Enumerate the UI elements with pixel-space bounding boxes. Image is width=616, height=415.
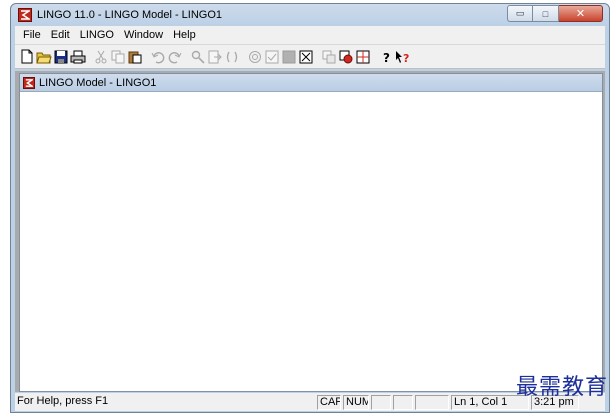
lingo-model-icon[interactable] [23,76,35,89]
menu-edit[interactable]: Edit [46,29,75,41]
minimize-icon: ▭ [515,8,525,18]
help-icon[interactable]: ? [378,49,394,65]
match-parenthesis-icon[interactable] [224,49,240,65]
status-blank [415,394,449,410]
model-window: LINGO Model - LINGO1 [19,73,603,392]
open-icon[interactable] [36,49,52,65]
maximize-icon: □ [542,8,549,19]
svg-text:?: ? [383,51,390,64]
find-icon[interactable] [190,49,206,65]
menu-lingo[interactable]: LINGO [75,29,119,41]
maximize-button[interactable]: □ [533,5,559,22]
menu-file[interactable]: File [18,29,46,41]
model-editor[interactable] [20,93,602,391]
status-scrl [371,394,391,410]
status-ovr [393,394,413,410]
goto-line-icon[interactable] [207,49,223,65]
svg-text:?: ? [403,52,409,64]
print-icon[interactable] [70,49,86,65]
cut-icon[interactable] [93,49,109,65]
new-icon[interactable] [19,49,35,65]
paste-icon[interactable] [127,49,143,65]
model-window-title-bar[interactable]: LINGO Model - LINGO1 [20,74,602,92]
toolbar: ? ? [15,45,605,69]
redo-icon[interactable] [167,49,183,65]
status-help-text: For Help, press F1 [17,394,109,407]
menu-bar: File Edit LINGO Window Help [15,26,605,45]
close-button[interactable]: ✕ [559,5,603,22]
options-icon[interactable] [321,49,337,65]
close-all-icon[interactable] [298,49,314,65]
minimize-button[interactable]: ▭ [507,5,533,22]
solution-icon[interactable] [264,49,280,65]
lingo-app-icon[interactable] [18,8,32,22]
copy-icon[interactable] [110,49,126,65]
status-cap: CAP [317,394,341,410]
watermark: 最需教育 [515,375,608,400]
compile-icon[interactable] [281,49,297,65]
title-bar[interactable]: LINGO 11.0 - LINGO Model - LINGO1 ▭ □ ✕ [15,4,605,26]
save-icon[interactable] [53,49,69,65]
model-window-title: LINGO Model - LINGO1 [39,76,157,89]
solve-icon[interactable] [247,49,263,65]
tile-icon[interactable] [355,49,371,65]
send-to-back-icon[interactable] [338,49,354,65]
menu-help[interactable]: Help [168,29,201,41]
context-help-icon[interactable]: ? [395,49,411,65]
mdi-client-area: LINGO Model - LINGO1 [15,71,605,392]
caption-buttons: ▭ □ ✕ [507,5,603,22]
menu-window[interactable]: Window [119,29,168,41]
close-icon: ✕ [575,8,586,20]
main-window: LINGO 11.0 - LINGO Model - LINGO1 ▭ □ ✕ … [10,3,610,413]
window-title: LINGO 11.0 - LINGO Model - LINGO1 [37,9,223,21]
status-num: NUM [343,394,369,410]
undo-icon[interactable] [150,49,166,65]
